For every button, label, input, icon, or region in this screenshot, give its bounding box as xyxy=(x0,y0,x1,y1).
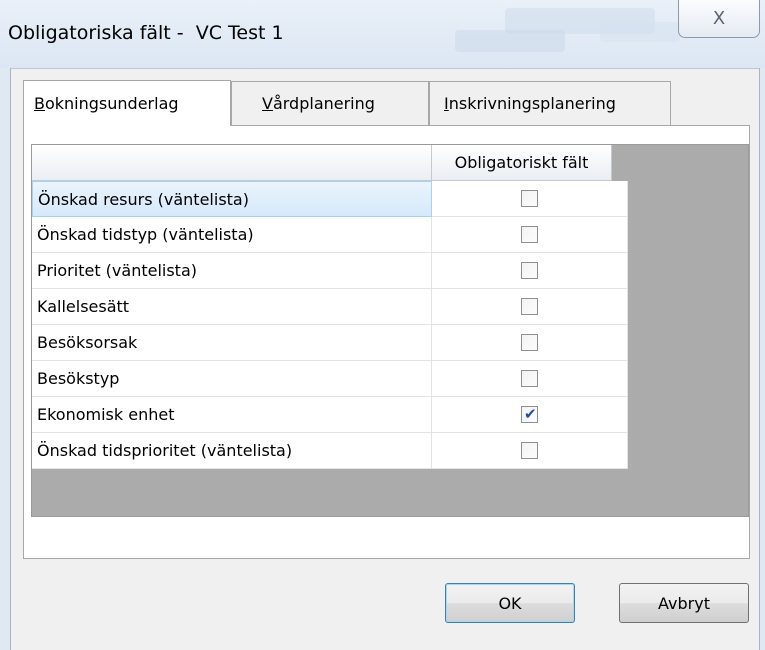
cancel-button[interactable]: Avbryt xyxy=(619,583,749,623)
column-header-mandatory[interactable]: Obligatoriskt fält xyxy=(432,145,612,181)
field-name-cell[interactable]: Prioritet (väntelista) xyxy=(32,253,432,289)
mandatory-cell xyxy=(432,361,628,397)
ok-button[interactable]: OK xyxy=(445,583,575,623)
tab-vardplanering[interactable]: Vårdplanering xyxy=(231,81,429,125)
mandatory-checkbox[interactable] xyxy=(521,298,538,315)
mandatory-checkbox[interactable]: ✔ xyxy=(521,406,538,423)
tab-bokningsunderlag[interactable]: Bokningsunderlag xyxy=(23,80,231,126)
tab-accelerator: B xyxy=(34,94,45,113)
column-header-field[interactable] xyxy=(32,145,432,181)
field-name-cell[interactable]: Besöksorsak xyxy=(32,325,432,361)
tab-inskrivningsplanering[interactable]: Inskrivningsplanering xyxy=(429,81,671,125)
mandatory-checkbox[interactable] xyxy=(521,190,538,207)
table-row[interactable]: Önskad tidstyp (väntelista) xyxy=(32,217,628,253)
mandatory-cell: ✔ xyxy=(432,397,628,433)
mandatory-checkbox[interactable] xyxy=(521,262,538,279)
field-name-cell[interactable]: Kallelsesätt xyxy=(32,289,432,325)
title-bar: Obligatoriska fält - VC Test 1 X xyxy=(0,0,765,69)
window-border-left xyxy=(0,68,11,650)
mandatory-checkbox[interactable] xyxy=(521,442,538,459)
table-row[interactable]: Besökstyp xyxy=(32,361,628,397)
background-blur xyxy=(455,30,565,52)
table-row[interactable]: Prioritet (väntelista) xyxy=(32,253,628,289)
mandatory-cell xyxy=(432,433,628,469)
mandatory-fields-grid[interactable]: Obligatoriskt fält Önskad resurs (väntel… xyxy=(31,144,749,517)
tab-label: årdplanering xyxy=(272,94,375,113)
mandatory-cell xyxy=(432,217,628,253)
check-mark-icon: ✔ xyxy=(524,405,537,423)
tab-label: nskrivningsplanering xyxy=(448,94,616,113)
mandatory-cell xyxy=(432,289,628,325)
background-blur xyxy=(600,22,680,42)
mandatory-checkbox[interactable] xyxy=(521,370,538,387)
field-name-cell[interactable]: Önskad tidsprioritet (väntelista) xyxy=(32,433,432,469)
table-row[interactable]: Önskad tidsprioritet (väntelista) xyxy=(32,433,628,469)
mandatory-cell xyxy=(432,253,628,289)
close-icon: X xyxy=(712,8,726,29)
grid-header: Obligatoriskt fält xyxy=(32,145,628,181)
mandatory-cell xyxy=(432,325,628,361)
table-row[interactable]: Besöksorsak xyxy=(32,325,628,361)
field-name-cell[interactable]: Önskad tidstyp (väntelista) xyxy=(32,217,432,253)
table-row[interactable]: Ekonomisk enhet ✔ xyxy=(32,397,628,433)
mandatory-checkbox[interactable] xyxy=(521,334,538,351)
close-button[interactable]: X xyxy=(678,0,760,38)
dialog-client-area: Bokningsunderlag Vårdplanering Inskrivni… xyxy=(11,69,759,650)
table-row[interactable]: Önskad resurs (väntelista) xyxy=(32,181,628,217)
tab-label: okningsunderlag xyxy=(44,94,179,113)
window-title: Obligatoriska fält - VC Test 1 xyxy=(8,22,284,44)
field-name-cell[interactable]: Ekonomisk enhet xyxy=(32,397,432,433)
mandatory-checkbox[interactable] xyxy=(521,226,538,243)
window-border-right xyxy=(759,68,765,650)
field-name-cell[interactable]: Önskad resurs (väntelista) xyxy=(32,181,432,217)
mandatory-cell xyxy=(432,181,628,217)
tab-accelerator: V xyxy=(262,94,273,113)
field-name-cell[interactable]: Besökstyp xyxy=(32,361,432,397)
table-row[interactable]: Kallelsesätt xyxy=(32,289,628,325)
